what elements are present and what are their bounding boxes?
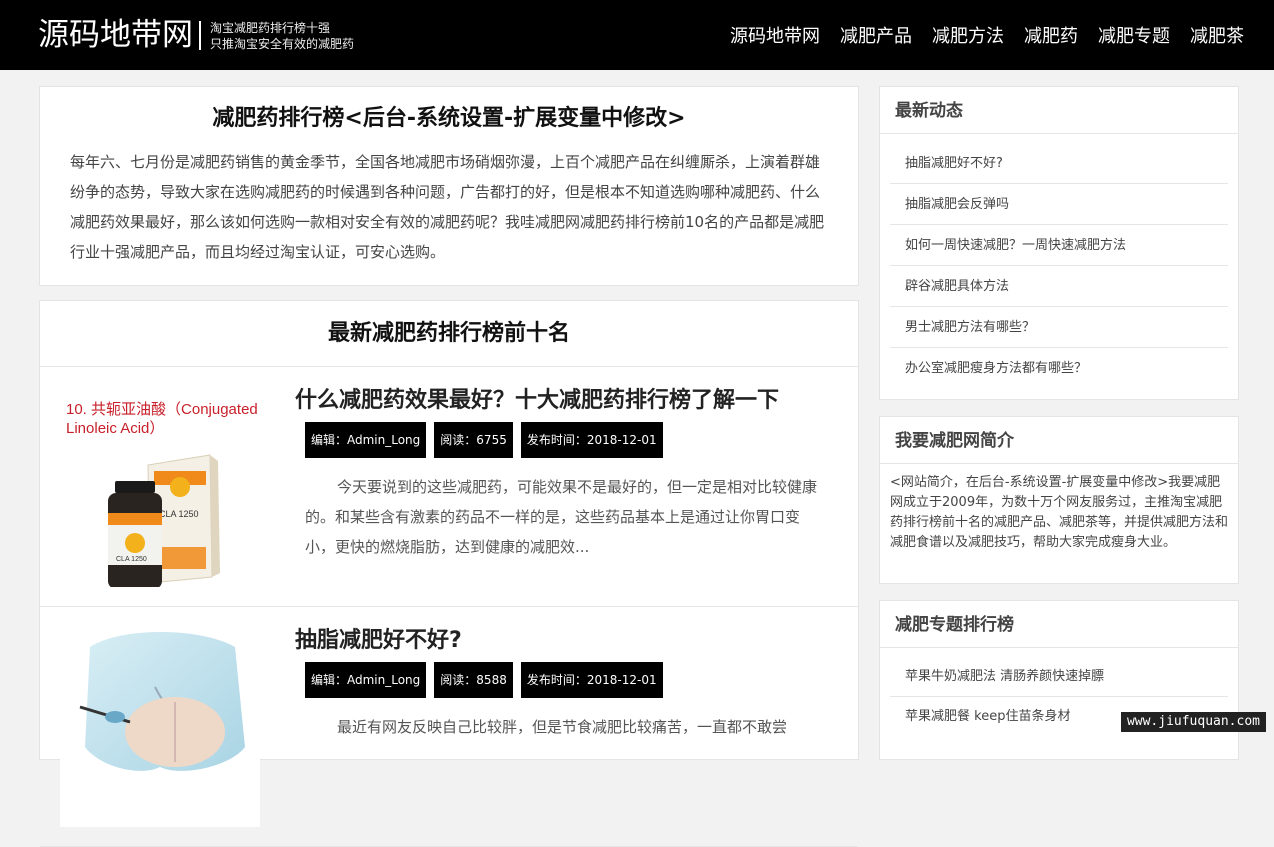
nav-item-products[interactable]: 减肥产品 [840,24,912,50]
sidebar-news-title: 最新动态 [895,101,963,121]
article-meta: 编辑：Admin_Long 阅读：6755 发布时间：2018-12-01 [305,422,663,458]
main-nav: 源码地带网 减肥产品 减肥方法 减肥药 减肥专题 减肥茶 [730,24,1244,50]
sidebar-latest-news: 最新动态 抽脂减肥好不好? 抽脂减肥会反弹吗 如何一周快速减肥？一周快速减肥方法… [879,86,1239,400]
news-list-item[interactable]: 办公室减肥瘦身方法都有哪些？ [890,348,1228,389]
watermark-badge: www.jiufuquan.com [1120,712,1266,732]
news-list-item[interactable]: 男士减肥方法有哪些？ [890,307,1228,348]
top10-title: 最新减肥药排行榜前十名 [327,321,570,346]
thumb-caption-line-2: Linoleic Acid） [66,420,164,437]
nav-item-topics[interactable]: 减肥专题 [1098,24,1170,50]
article-thumbnail[interactable]: 10. 共轭亚油酸（Conjugated Linoleic Acid） CLA … [60,387,260,587]
divider [880,463,1238,464]
article-thumbnail[interactable] [60,627,260,827]
article-item: 抽脂减肥好不好? 编辑：Admin_Long 阅读：8588 发布时间：2018… [40,607,858,847]
news-list-item[interactable]: 辟谷减肥具体方法 [890,266,1228,307]
site-header: 源码地带网 淘宝减肥药排行榜十强 只推淘宝安全有效的减肥药 源码地带网 减肥产品… [0,0,1274,70]
article-item: 10. 共轭亚油酸（Conjugated Linoleic Acid） CLA … [40,367,858,607]
article-author-badge: 编辑：Admin_Long [305,422,427,458]
top10-header: 最新减肥药排行榜前十名 [40,301,858,367]
site-logo[interactable]: 源码地带网 [38,16,193,54]
article-excerpt: 最近有网友反映自己比较胖，但是节食减肥比较痛苦，一直都不敢尝 [337,718,788,736]
nav-item-home[interactable]: 源码地带网 [730,24,820,50]
sidebar-about: 我要减肥网简介 <网站简介，在后台-系统设置-扩展变量中修改>我要减肥网成立于2… [879,416,1239,584]
site-tagline: 淘宝减肥药排行榜十强 只推淘宝安全有效的减肥药 [210,20,354,52]
logo-divider [199,21,201,50]
cla-product-image: 10. 共轭亚油酸（Conjugated Linoleic Acid） CLA … [60,387,260,587]
news-list-item[interactable]: 如何一周快速减肥？一周快速减肥方法 [890,225,1228,266]
sidebar-topic-ranking: 减肥专题排行榜 苹果牛奶减肥法 清肠养颜快速掉膘 苹果减肥餐 keep住苗条身材 [879,600,1239,760]
tagline-line-2: 只推淘宝安全有效的减肥药 [210,37,355,51]
intro-panel: 减肥药排行榜<后台-系统设置-扩展变量中修改> 每年六、七月份是减肥药销售的黄金… [39,86,859,286]
thumb-caption-line-1: 10. 共轭亚油酸（Conjugated [66,401,258,418]
intro-text: 每年六、七月份是减肥药销售的黄金季节，全国各地减肥市场硝烟弥漫，上百个减肥产品在… [70,153,825,261]
divider [880,647,1238,648]
intro-title: 减肥药排行榜<后台-系统设置-扩展变量中修改> [212,106,686,131]
top10-panel: 最新减肥药排行榜前十名 10. 共轭亚油酸（Conjugated Linolei… [39,300,859,847]
news-list-item[interactable]: 抽脂减肥好不好? [890,143,1228,184]
nav-item-tea[interactable]: 减肥茶 [1190,24,1244,50]
article-title[interactable]: 什么减肥药效果最好？十大减肥药排行榜了解一下 [295,385,779,417]
article-date-badge: 发布时间：2018-12-01 [520,422,663,458]
article-views-badge: 阅读：6755 [434,422,513,458]
news-list-item[interactable]: 抽脂减肥会反弹吗 [890,184,1228,225]
sidebar-topic-title: 减肥专题排行榜 [895,615,1014,635]
article-views-badge: 阅读：8588 [434,662,513,698]
sidebar-about-text: <网站简介，在后台-系统设置-扩展变量中修改>我要减肥网成立于2009年，为数十… [890,475,1229,550]
sidebar-about-title: 我要减肥网简介 [895,431,1014,451]
liposuction-image [60,627,260,827]
thumb-box-label: CLA 1250 [159,509,199,519]
nav-item-methods[interactable]: 减肥方法 [932,24,1004,50]
article-title[interactable]: 抽脂减肥好不好? [295,625,462,657]
nav-item-pills[interactable]: 减肥药 [1024,24,1078,50]
divider [880,133,1238,134]
article-date-badge: 发布时间：2018-12-01 [520,662,663,698]
article-author-badge: 编辑：Admin_Long [305,662,427,698]
svg-text:CLA 1250: CLA 1250 [116,556,147,563]
article-meta: 编辑：Admin_Long 阅读：8588 发布时间：2018-12-01 [305,662,663,698]
tagline-line-1: 淘宝减肥药排行榜十强 [210,21,331,35]
article-excerpt: 今天要说到的这些减肥药，可能效果不是最好的，但一定是相对比较健康的。和某些含有激… [305,478,818,556]
news-list: 抽脂减肥好不好? 抽脂减肥会反弹吗 如何一周快速减肥？一周快速减肥方法 辟谷减肥… [890,143,1228,389]
topic-list-item[interactable]: 苹果牛奶减肥法 清肠养颜快速掉膘 [890,657,1228,697]
